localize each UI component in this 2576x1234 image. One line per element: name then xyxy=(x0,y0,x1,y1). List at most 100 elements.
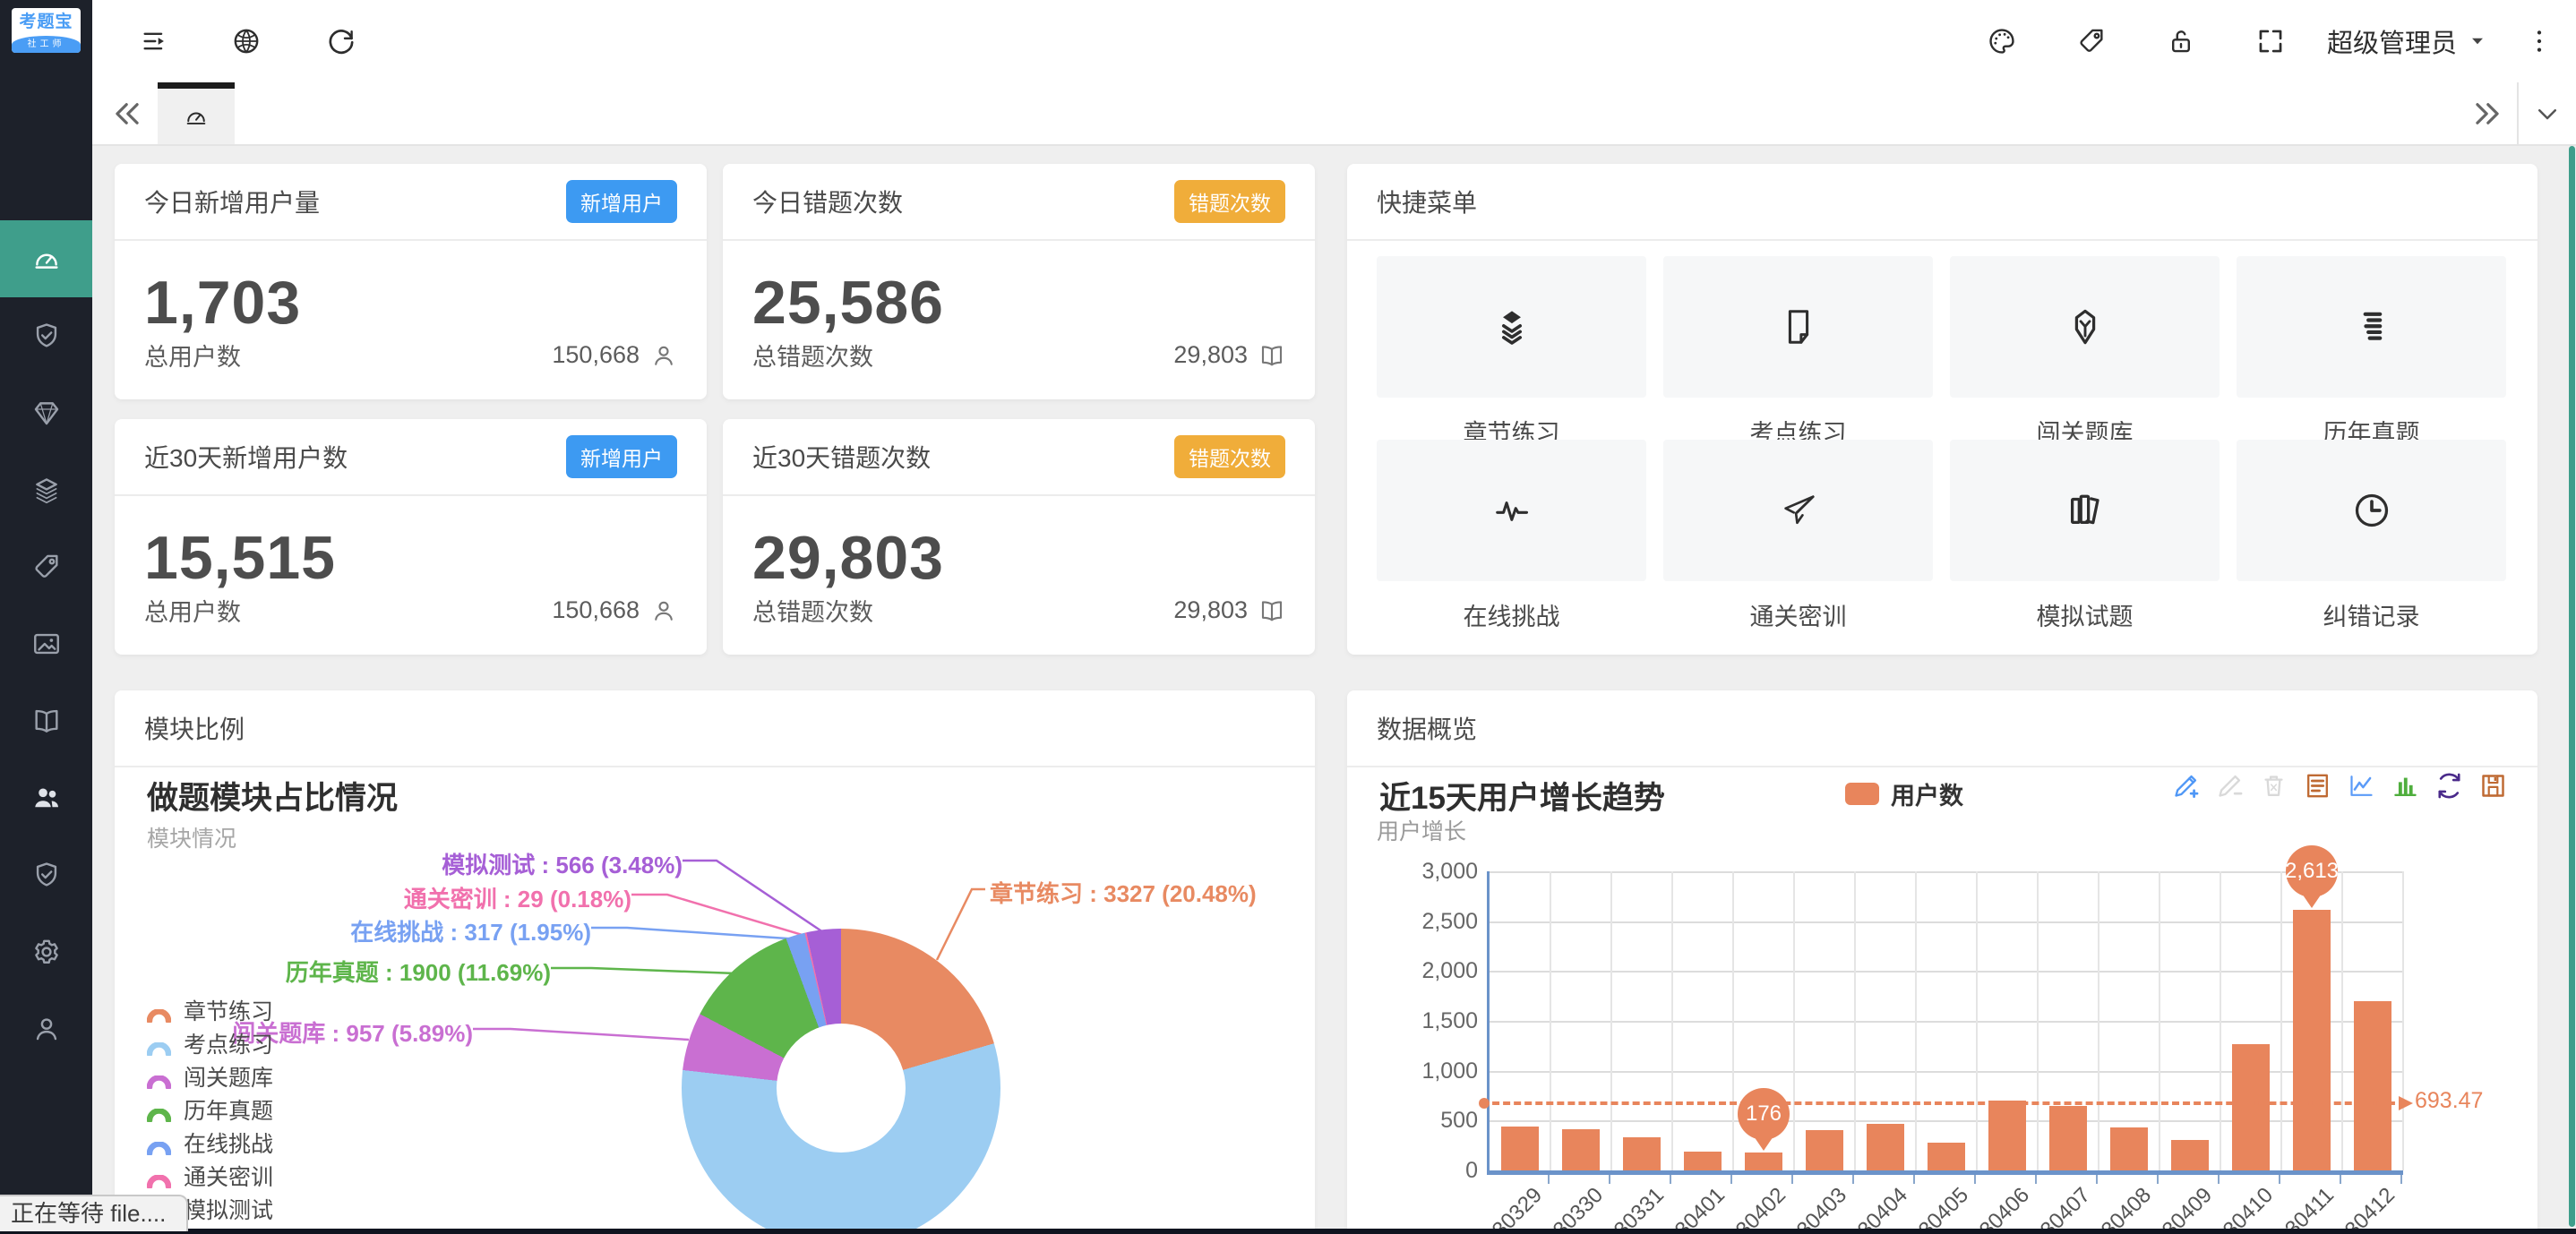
app-logo[interactable]: 考题宝 社工师 xyxy=(12,8,81,53)
image-icon xyxy=(31,629,62,659)
quick-item-7[interactable] xyxy=(1950,440,2220,581)
y-axis-label: 3,000 xyxy=(1379,859,1478,885)
bar-20230406 xyxy=(1988,1101,2026,1170)
x-axis-tick xyxy=(1548,1175,1550,1184)
shield-check-icon xyxy=(31,321,62,351)
legend-label: 考点练习 xyxy=(184,1027,273,1059)
sidebar-item-membership[interactable] xyxy=(0,374,92,451)
pie-legend-item[interactable]: 通关密训 xyxy=(147,1159,273,1192)
bar-plot-area[interactable]: 1762,613 xyxy=(1487,871,2403,1175)
sidebar-item-banners[interactable] xyxy=(0,605,92,682)
gridline xyxy=(2037,871,2039,1170)
stat-card-value: 15,515 xyxy=(144,523,336,593)
bar-20230405 xyxy=(1928,1143,1965,1170)
quick-item-1[interactable] xyxy=(1377,256,1646,398)
sidebar-item-audit[interactable] xyxy=(0,836,92,913)
stat-footer-value: 150,668 xyxy=(552,341,677,369)
admin-dropdown[interactable]: 超级管理员 xyxy=(2327,0,2487,82)
pie-legend-item[interactable]: 章节练习 xyxy=(147,993,273,1026)
tab-dashboard[interactable] xyxy=(158,82,235,144)
toolbar-switch-bar-icon[interactable] xyxy=(2391,771,2420,801)
x-axis-tick xyxy=(2035,1175,2037,1184)
bar-20230330 xyxy=(1562,1129,1600,1170)
pie-legend-item[interactable]: 考点练习 xyxy=(147,1026,273,1059)
toolbar-save-image-icon[interactable] xyxy=(2478,771,2508,801)
tabs-scroll-left-icon[interactable] xyxy=(110,97,144,131)
sidebar-item-admins[interactable] xyxy=(0,990,92,1067)
toolbar-brush-clear-icon[interactable] xyxy=(2259,771,2288,801)
gridline xyxy=(2220,871,2221,1170)
gridline xyxy=(1490,871,2403,873)
sidebar-item-tags[interactable] xyxy=(0,528,92,605)
gridline xyxy=(1490,971,2403,973)
toolbar-restore-icon[interactable] xyxy=(2434,771,2464,801)
x-axis-tick xyxy=(1730,1175,1732,1184)
quick-item-6[interactable] xyxy=(1663,440,1933,581)
gridline xyxy=(2098,871,2099,1170)
legend-arc-marker xyxy=(147,1036,171,1050)
tabs-menu[interactable] xyxy=(2517,82,2576,144)
unlock-icon[interactable] xyxy=(2163,23,2199,59)
stat-card-title: 今日新增用户量 xyxy=(144,184,320,219)
pie-legend-item[interactable]: 在线挑战 xyxy=(147,1126,273,1159)
tag-icon[interactable] xyxy=(2074,23,2109,59)
toolbar-brush-remove-icon[interactable] xyxy=(2215,771,2245,801)
legend-arc-marker xyxy=(147,1135,171,1149)
gridline xyxy=(2159,871,2160,1170)
toolbar-data-view-icon[interactable] xyxy=(2303,771,2332,801)
fullscreen-icon[interactable] xyxy=(2253,23,2288,59)
sidebar-item-users[interactable] xyxy=(0,759,92,836)
quick-item-3[interactable] xyxy=(1950,256,2220,398)
bar-20230331 xyxy=(1623,1137,1661,1170)
pie-legend-item[interactable]: 闯关题库 xyxy=(147,1059,273,1093)
logo-title: 考题宝 xyxy=(12,8,81,36)
menu-fold-icon[interactable] xyxy=(137,23,173,59)
bar-20230329 xyxy=(1501,1127,1539,1170)
data-overview-card: 数据概览 近15天用户增长趋势 用户数 用户增长 3,0002,5002,000… xyxy=(1347,690,2537,1234)
bar-20230408 xyxy=(2110,1127,2148,1170)
quick-item-5[interactable] xyxy=(1377,440,1646,581)
quick-item-2[interactable] xyxy=(1663,256,1933,398)
window-bottom-edge xyxy=(0,1229,2576,1234)
stat-card-badge: 新增用户 xyxy=(566,435,677,478)
y-axis-label: 2,500 xyxy=(1379,909,1478,935)
sidebar-item-settings[interactable] xyxy=(0,913,92,990)
legend-label: 历年真题 xyxy=(184,1093,273,1126)
x-axis-label: 20230329 xyxy=(1462,1183,1547,1234)
stat-card-value: 1,703 xyxy=(144,268,301,338)
refresh-icon[interactable] xyxy=(323,23,359,59)
sidebar-item-question-bank[interactable] xyxy=(0,682,92,759)
sidebar-item-chapters[interactable] xyxy=(0,451,92,528)
bar-legend-item[interactable]: 用户数 xyxy=(1845,776,1963,811)
bar-20230402 xyxy=(1745,1153,1782,1170)
bar-20230411 xyxy=(2293,910,2331,1170)
x-axis-tick xyxy=(2096,1175,2098,1184)
gridline xyxy=(1490,921,2403,923)
sidebar-item-exams[interactable] xyxy=(0,297,92,374)
y-axis-label: 500 xyxy=(1379,1108,1478,1134)
quick-item-label: 纠错记录 xyxy=(2237,597,2506,632)
top-header: 超级管理员 xyxy=(92,0,2576,82)
toolbar-brush-add-icon[interactable] xyxy=(2171,771,2201,801)
stat-card-badge: 错题次数 xyxy=(1174,180,1285,223)
bar-20230403 xyxy=(1806,1130,1843,1170)
toolbar-switch-line-icon[interactable] xyxy=(2347,771,2376,801)
quick-item-4[interactable] xyxy=(2237,256,2506,398)
sidebar-item-dashboard[interactable] xyxy=(0,220,92,297)
quick-item-8[interactable] xyxy=(2237,440,2506,581)
bar-20230404 xyxy=(1867,1124,1904,1170)
theme-palette-icon[interactable] xyxy=(1984,23,2020,59)
user-icon xyxy=(650,597,677,624)
pie-legend-item[interactable]: 历年真题 xyxy=(147,1093,273,1126)
page-scrollbar[interactable] xyxy=(2569,146,2575,1227)
donut-hole xyxy=(777,1024,906,1153)
stat-footer-value: 150,668 xyxy=(552,596,677,624)
tabs-scroll-right-icon[interactable] xyxy=(2470,97,2504,131)
gridline xyxy=(2280,871,2282,1170)
books-icon xyxy=(2065,490,2106,531)
more-menu-icon[interactable] xyxy=(2521,23,2557,59)
y-axis-label: 1,500 xyxy=(1379,1008,1478,1034)
gridline xyxy=(1490,1021,2403,1023)
language-globe-icon[interactable] xyxy=(228,23,264,59)
stat-card-title: 近30天新增用户数 xyxy=(144,439,348,475)
